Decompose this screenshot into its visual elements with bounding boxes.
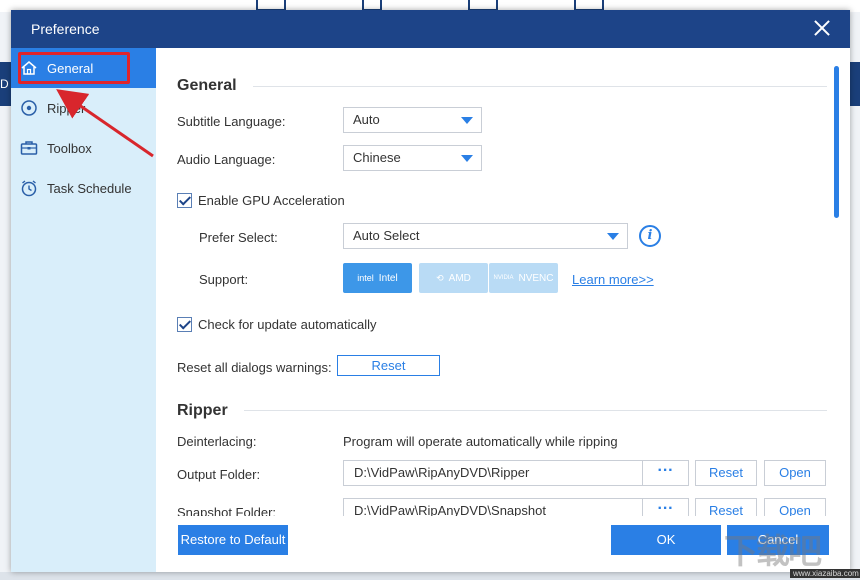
badge-label: AMD — [448, 272, 471, 284]
output-folder-reset-button[interactable]: Reset — [695, 460, 757, 486]
reset-warnings-label: Reset all dialogs warnings: — [177, 360, 332, 375]
sidebar-item-task-schedule[interactable]: Task Schedule — [11, 168, 156, 208]
preference-dialog: Preference General Ripper Toolbox Task S… — [11, 10, 850, 572]
intel-logo-icon: intel — [357, 273, 374, 283]
background-footer — [0, 572, 860, 580]
snapshot-folder-label: Snapshot Folder: — [177, 505, 277, 516]
sidebar-item-ripper[interactable]: Ripper — [11, 88, 156, 128]
background-letter: D — [0, 77, 9, 91]
sidebar-item-label: Task Schedule — [47, 180, 132, 196]
prefer-select-label: Prefer Select: — [199, 230, 278, 245]
sidebar-item-label: Ripper — [47, 100, 86, 116]
prefer-select-dropdown[interactable]: Auto Select — [343, 223, 628, 249]
home-icon — [19, 58, 39, 78]
section-divider — [253, 86, 827, 87]
amd-logo-icon: ⟲ — [436, 272, 444, 283]
deinterlacing-value: Program will operate automatically while… — [343, 434, 618, 449]
nvidia-logo-icon: NVIDIA — [493, 275, 514, 281]
snapshot-folder-reset-button[interactable]: Reset — [695, 498, 757, 516]
chevron-down-icon — [461, 117, 473, 124]
audio-language-select[interactable]: Chinese — [343, 145, 482, 171]
select-value: Chinese — [353, 150, 401, 165]
gpu-acceleration-label: Enable GPU Acceleration — [198, 193, 345, 208]
deinterlacing-label: Deinterlacing: — [177, 434, 257, 449]
disc-icon — [19, 98, 39, 118]
check-update-label: Check for update automatically — [198, 317, 377, 332]
watermark-logo: 下载吧 — [724, 532, 822, 572]
sidebar-item-label: Toolbox — [47, 140, 92, 156]
learn-more-link[interactable]: Learn more>> — [572, 272, 654, 287]
subtitle-language-label: Subtitle Language: — [177, 114, 286, 129]
intel-support-badge: intel Intel — [343, 263, 412, 293]
output-folder-path[interactable]: D:\VidPaw\RipAnyDVD\Ripper — [343, 460, 643, 486]
dialog-title: Preference — [31, 21, 100, 37]
output-folder-browse-button[interactable]: ··· — [643, 460, 689, 486]
content-scrollbar[interactable] — [834, 66, 839, 218]
badge-label: Intel — [378, 272, 398, 284]
toolbox-icon — [19, 138, 39, 158]
check-update-checkbox[interactable]: Check for update automatically — [177, 317, 376, 332]
select-value: Auto — [353, 112, 380, 127]
audio-language-label: Audio Language: — [177, 152, 276, 167]
ok-button[interactable]: OK — [611, 525, 721, 555]
checkbox-icon[interactable] — [177, 317, 192, 332]
snapshot-folder-open-button[interactable]: Open — [764, 498, 826, 516]
general-section-title: General — [177, 77, 237, 94]
gpu-acceleration-checkbox[interactable]: Enable GPU Acceleration — [177, 193, 345, 208]
sidebar-item-toolbox[interactable]: Toolbox — [11, 128, 156, 168]
clock-icon — [19, 178, 39, 198]
snapshot-folder-path[interactable]: D:\VidPaw\RipAnyDVD\Snapshot — [343, 498, 643, 516]
section-divider — [244, 410, 827, 411]
subtitle-language-select[interactable]: Auto — [343, 107, 482, 133]
support-label: Support: — [199, 272, 249, 287]
watermark-url: www.xiazaiba.com — [790, 569, 860, 578]
dialog-titlebar: Preference — [11, 10, 850, 48]
sidebar-item-label: General — [47, 60, 94, 76]
select-value: Auto Select — [353, 228, 420, 243]
output-folder-label: Output Folder: — [177, 467, 261, 482]
badge-label: NVENC — [518, 272, 554, 284]
nvidia-support-badge: NVIDIA NVENC — [489, 263, 558, 293]
chevron-down-icon — [461, 155, 473, 162]
settings-content: General Subtitle Language: Auto Audio La… — [156, 48, 850, 516]
info-icon[interactable]: i — [639, 225, 661, 247]
sidebar: General Ripper Toolbox Task Schedule — [11, 48, 156, 572]
reset-warnings-button[interactable]: Reset — [337, 355, 440, 376]
chevron-down-icon — [607, 233, 619, 240]
amd-support-badge: ⟲ AMD — [419, 263, 488, 293]
output-folder-open-button[interactable]: Open — [764, 460, 826, 486]
close-icon[interactable] — [810, 16, 834, 40]
snapshot-folder-browse-button[interactable]: ··· — [643, 498, 689, 516]
ripper-section-title: Ripper — [177, 402, 228, 419]
restore-default-button[interactable]: Restore to Default — [178, 525, 288, 555]
checkbox-icon[interactable] — [177, 193, 192, 208]
sidebar-item-general[interactable]: General — [11, 48, 156, 88]
